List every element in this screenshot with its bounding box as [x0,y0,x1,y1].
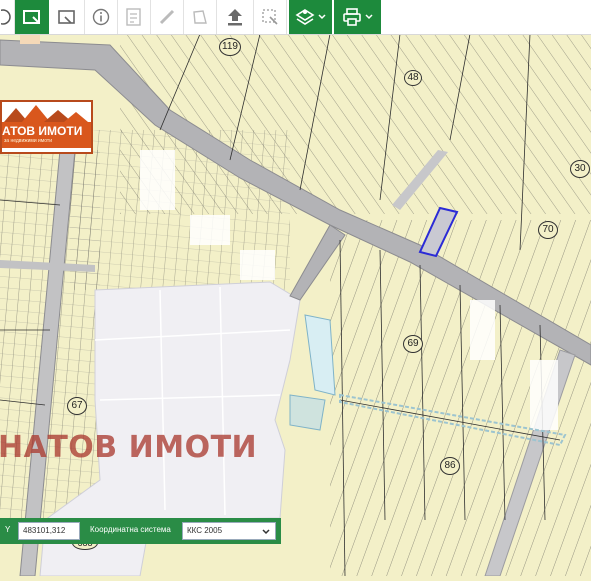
agency-logo: АТОВ ИМОТИ за недвижими имоти [0,100,93,154]
info-circle-icon [92,8,110,26]
chevron-down-icon [365,14,373,20]
draw-polygon-button[interactable] [184,0,217,34]
parcel-number-48: 48 [404,70,422,86]
watermark-text: НАТОВ ИМОТИ [0,430,258,465]
zoom-out-box-icon [58,10,75,24]
parcel-number-69: 69 [403,335,423,353]
ruler-icon [159,9,175,25]
print-icon [343,8,361,26]
parcel-number-70: 70 [538,221,558,239]
parcel-number-86: 86 [440,457,460,475]
info-button[interactable] [0,0,15,34]
measure-distance-button[interactable] [151,0,184,34]
parcel-number-67: 67 [67,397,87,415]
print-button[interactable] [334,0,381,34]
coordinate-system-value: ККС 2005 [187,526,223,535]
layers-icon [295,9,315,25]
chevron-down-icon [262,529,270,535]
logo-subtext: за недвижими имоти [4,138,53,144]
y-coordinate-field[interactable]: 483101,312 [18,522,80,540]
coordinate-system-select[interactable]: ККС 2005 [182,522,276,540]
layers-button[interactable] [289,0,332,34]
select-button[interactable] [254,0,287,34]
map-toolbar [0,0,591,35]
upload-icon [228,9,242,26]
coordinate-system-label: Координатна система [90,525,171,534]
zoom-out-box-button[interactable] [50,0,85,34]
y-label: Y [5,525,11,534]
identify-button[interactable] [85,0,118,34]
select-icon [262,9,278,25]
zoom-box-icon [23,10,40,24]
upload-button[interactable] [217,0,254,34]
zoom-box-button[interactable] [15,0,49,34]
measure-area-button[interactable] [118,0,151,34]
coordinate-bar: Y 483101,312 Координатна система ККС 200… [0,518,281,544]
polygon-icon [193,10,207,24]
logo-text: АТОВ ИМОТИ [2,124,83,138]
cadastral-map[interactable] [0,0,591,577]
measure-area-icon [126,8,141,26]
chevron-down-icon [318,14,326,20]
parcel-number-119: 119 [219,38,241,56]
info-icon [1,9,11,25]
parcel-number-30: 30 [570,160,590,178]
